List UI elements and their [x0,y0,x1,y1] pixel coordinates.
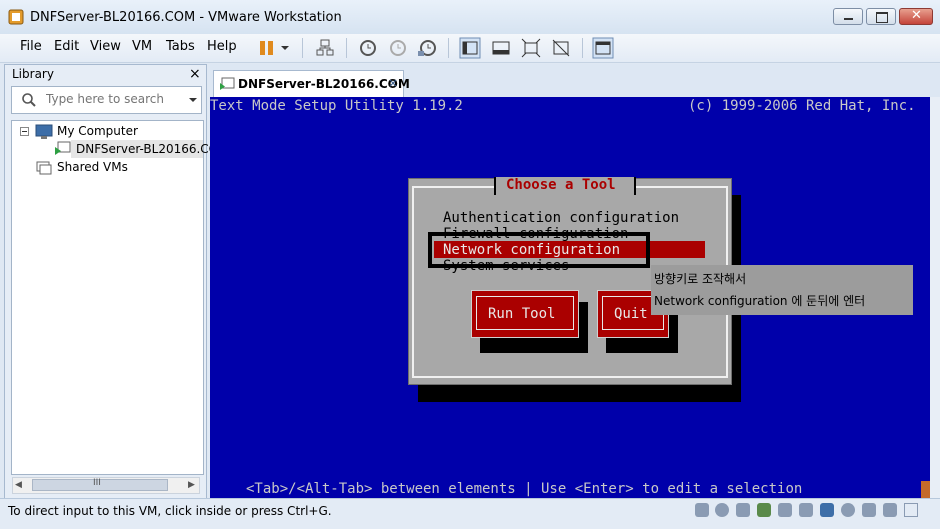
tree-item-my-computer[interactable]: My Computer [57,124,138,138]
vmware-app-icon [8,9,24,25]
pause-icon[interactable] [256,37,278,59]
scroll-left-icon[interactable]: ◀ [15,480,22,490]
tooltip-line-1: 방향키로 조작해서 [654,272,747,286]
library-title: Library [12,67,54,81]
sound-icon[interactable] [799,503,813,517]
maximize-icon [876,12,888,23]
toolbar-separator [346,38,347,58]
preferences-view-icon[interactable] [592,37,614,59]
tab-close-icon[interactable]: × [388,76,398,90]
computer-icon [35,124,53,139]
dialog-title: Choose a Tool [506,177,616,193]
chevron-down-icon[interactable] [278,37,292,59]
menu-tabs[interactable]: Tabs [166,39,195,54]
usb-icon[interactable] [778,503,792,517]
menu-view[interactable]: View [90,39,121,54]
tab-label: DNFServer-BL20166.COM [238,77,410,91]
snapshot-icon[interactable] [356,37,378,59]
tree-collapse-toggle[interactable] [20,127,29,136]
toolbar-separator [302,38,303,58]
network-adapter-icon[interactable] [757,503,771,517]
bluetooth-icon[interactable] [820,503,834,517]
search-input[interactable] [46,92,176,106]
search-icon [22,93,36,107]
library-close-button[interactable]: × [189,66,201,82]
menu-file[interactable]: File [20,39,42,54]
network-icon[interactable] [314,37,336,59]
vm-running-icon [55,141,71,155]
revert-snapshot-icon[interactable] [386,37,408,59]
console-header-right: (c) 1999-2006 Red Hat, Inc. [688,98,916,114]
snapshot-manager-icon[interactable] [416,37,438,59]
window-title: DNFServer-BL20166.COM - VMware Workstati… [30,10,342,25]
camera-icon[interactable] [841,503,855,517]
tree-item-vm[interactable]: DNFServer-BL20166.CO [76,142,218,156]
vm-tab-icon [220,77,235,90]
toolbar-separator [448,38,449,58]
scrollbar-grip: III [93,478,101,488]
console-header-left: Text Mode Setup Utility 1.19.2 [210,98,463,114]
maximize-button[interactable] [866,8,896,25]
minimize-icon [844,18,853,20]
quit-label: Quit [614,306,648,322]
full-screen-icon[interactable] [520,37,542,59]
cd-dvd-icon[interactable] [715,503,729,517]
status-text: To direct input to this VM, click inside… [8,504,332,518]
hard-disk-icon[interactable] [695,503,709,517]
tooltip-line-2: Network configuration 에 둔뒤에 엔터 [654,294,866,308]
console-margin [930,97,940,498]
console-status-line: <Tab>/<Alt-Tab> between elements | Use <… [246,481,803,497]
run-tool-label: Run Tool [488,306,556,322]
close-icon: ✕ [911,8,922,23]
toolbar-separator [582,38,583,58]
chevron-down-icon[interactable] [188,95,198,105]
show-library-icon[interactable] [459,37,481,59]
menu-edit[interactable]: Edit [54,39,79,54]
printer-icon[interactable] [862,503,876,517]
message-log-icon[interactable] [904,503,918,517]
scroll-right-icon[interactable]: ▶ [188,480,195,490]
console-cursor [921,481,930,498]
tool-item-authentication[interactable]: Authentication configuration [443,210,679,226]
tree-item-shared-vms[interactable]: Shared VMs [57,160,128,174]
floppy-icon[interactable] [736,503,750,517]
menu-vm[interactable]: VM [132,39,152,54]
annotation-highlight-box [428,232,650,268]
display-icon[interactable] [883,503,897,517]
menu-help[interactable]: Help [207,39,237,54]
minimize-button[interactable] [833,8,863,25]
shared-vms-icon [36,161,52,175]
console-view-icon[interactable] [490,37,512,59]
unity-icon[interactable] [550,37,572,59]
close-window-button[interactable]: ✕ [899,8,933,25]
